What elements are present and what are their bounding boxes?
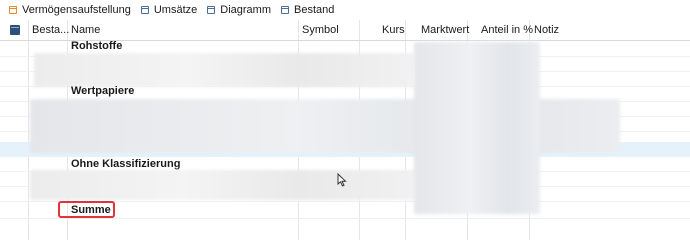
- tab-label: Umsätze: [153, 4, 198, 16]
- table-icon: [10, 25, 20, 35]
- table-row-group[interactable]: Wertpapiere: [0, 84, 690, 99]
- table-icon: [140, 6, 149, 14]
- column-header-marktwert[interactable]: Marktwert: [421, 20, 469, 41]
- table-icon: [9, 6, 17, 14]
- view-tab-bar: Vermögensaufstellung Umsätze Diagramm Be…: [0, 0, 690, 20]
- redacted-values: [414, 42, 540, 214]
- tab-diagramm[interactable]: Diagramm: [207, 4, 271, 16]
- annotation-highlight-box: [58, 201, 115, 218]
- mouse-cursor-icon: [337, 173, 347, 187]
- column-header-name[interactable]: Name: [71, 20, 100, 41]
- tab-label: Vermögensaufstellung: [22, 4, 131, 16]
- table-icon: [281, 6, 289, 14]
- redacted-rows: [34, 53, 414, 87]
- tab-vermoegensaufstellung[interactable]: Vermögensaufstellung: [9, 4, 131, 16]
- table-row-group[interactable]: Rohstoffe: [0, 39, 690, 54]
- group-label-wertpapiere: Wertpapiere: [71, 85, 135, 97]
- tab-umsaetze[interactable]: Umsätze: [140, 4, 198, 16]
- column-header-anteil[interactable]: Anteil in %: [481, 20, 533, 41]
- column-header-symbol[interactable]: Symbol: [302, 20, 339, 41]
- tab-label: Bestand: [294, 4, 335, 16]
- statement-of-assets-table: Besta... Name Symbol Kurs Marktwert Ante…: [0, 20, 690, 240]
- table-header: Besta... Name Symbol Kurs Marktwert Ante…: [0, 20, 690, 41]
- column-header-kurs[interactable]: Kurs: [382, 20, 405, 41]
- column-header-notiz[interactable]: Notiz: [534, 20, 559, 41]
- table-icon: [207, 6, 216, 14]
- column-header-bestand[interactable]: Besta...: [32, 20, 69, 41]
- tab-label: Diagramm: [220, 4, 271, 16]
- tab-bestand[interactable]: Bestand: [281, 4, 334, 16]
- redacted-rows: [30, 170, 415, 200]
- group-label-rohstoffe: Rohstoffe: [71, 40, 123, 52]
